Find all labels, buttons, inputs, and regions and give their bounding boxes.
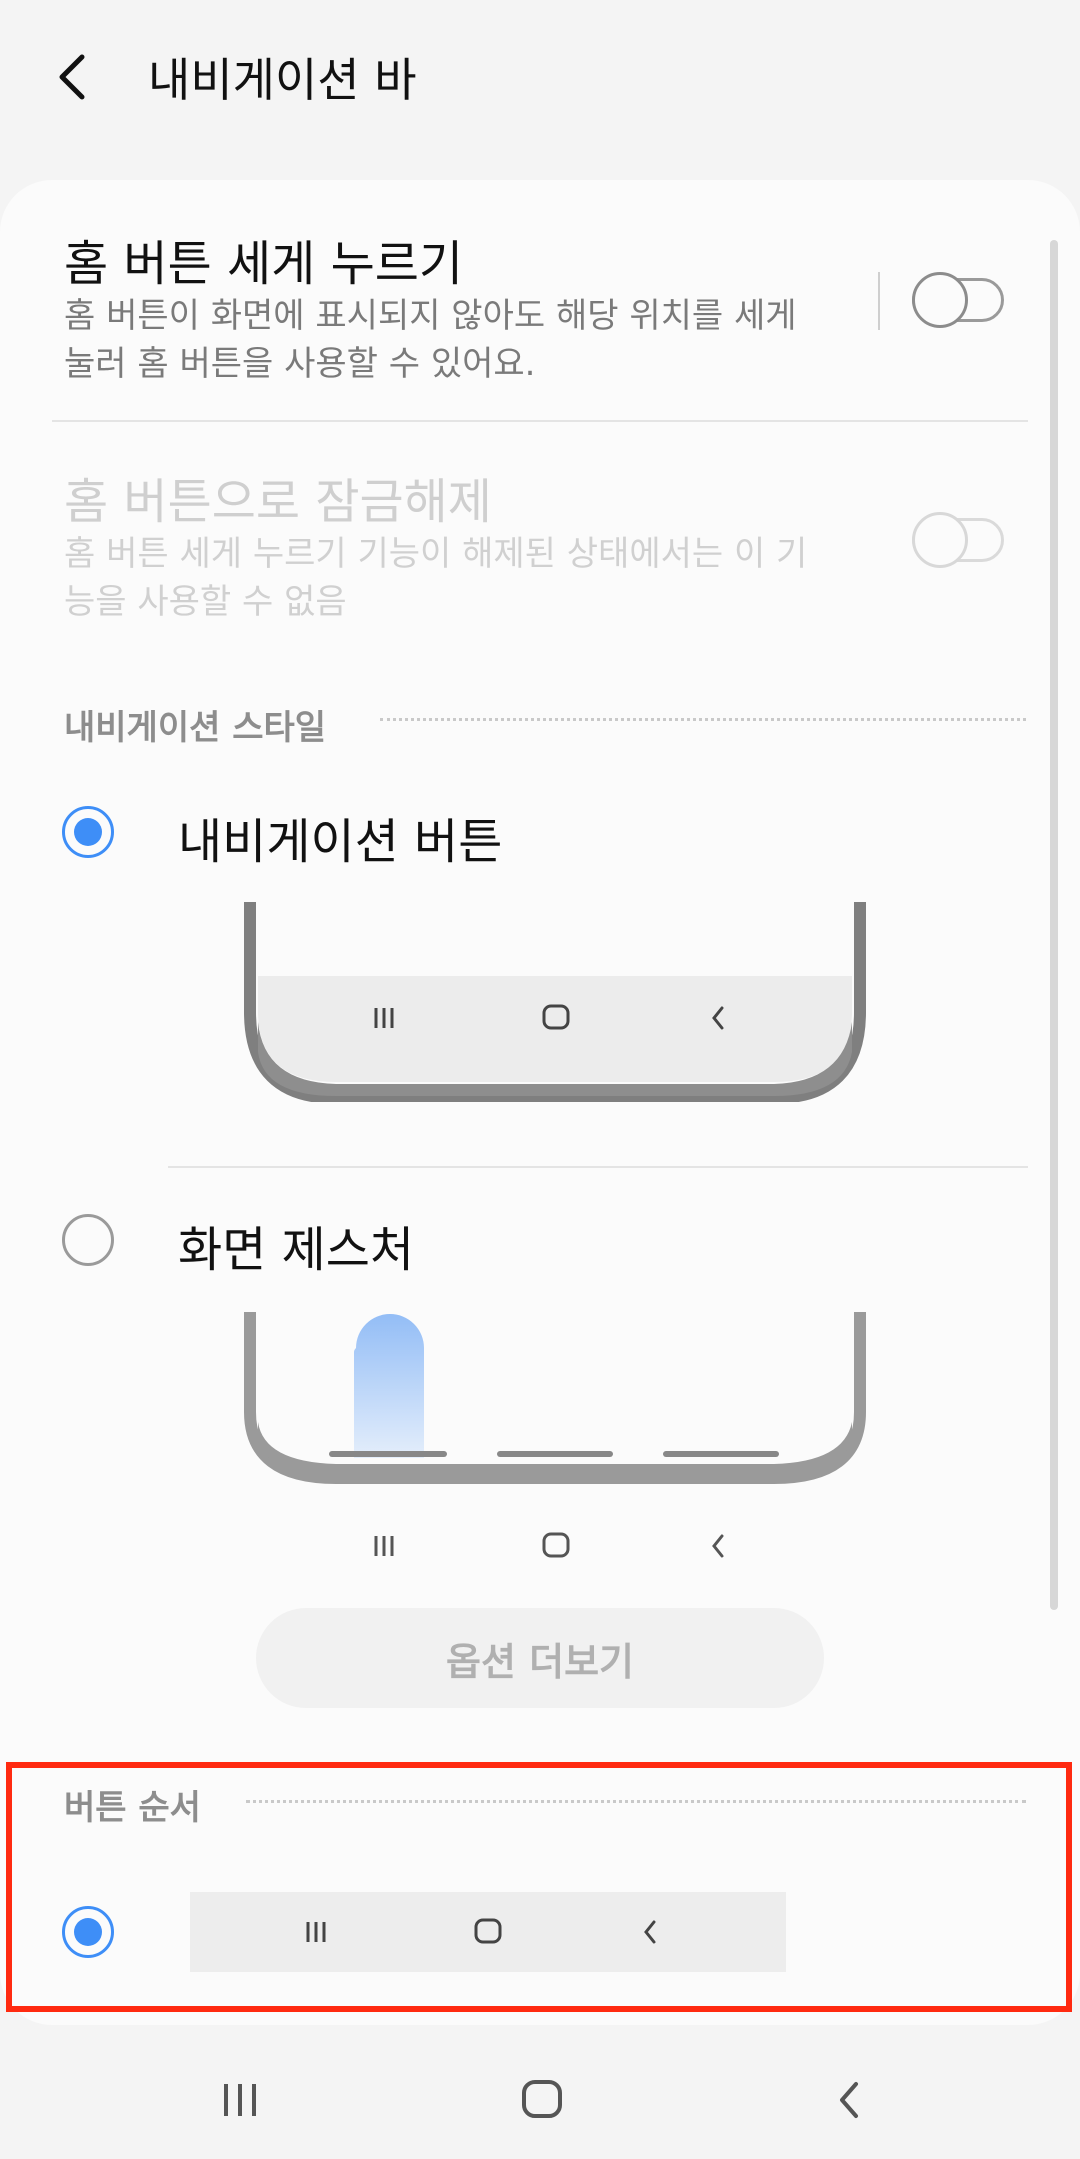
divider — [52, 420, 1028, 422]
setting-description: 홈 버튼 세게 누르기 기능이 해제된 상태에서는 이 기능을 사용할 수 없음 — [64, 534, 808, 622]
gestures-preview — [244, 1312, 866, 1558]
back-arrow-icon — [59, 54, 85, 100]
divider — [878, 272, 880, 330]
radio-unselected[interactable] — [62, 1214, 114, 1266]
scrollbar[interactable] — [1050, 240, 1058, 1610]
setting-title: 홈 버튼으로 잠금해제 — [64, 474, 492, 530]
more-options-label: 옵션 더보기 — [445, 1639, 635, 1684]
toggle-knob — [912, 512, 968, 568]
recents-icon — [374, 1536, 394, 1556]
home-press-toggle[interactable] — [912, 272, 1004, 328]
settings-card — [0, 180, 1080, 2025]
app-bar: 내비게이션 바 — [0, 0, 1080, 160]
system-navigation-bar — [0, 2040, 1080, 2159]
section-title-nav-style: 내비게이션 스타일 — [64, 708, 327, 748]
more-options-button[interactable]: 옵션 더보기 — [256, 1608, 824, 1708]
home-icon — [542, 1532, 570, 1558]
option-label: 내비게이션 버튼 — [178, 814, 503, 870]
page-title: 내비게이션 바 — [148, 53, 417, 107]
home-unlock-toggle[interactable] — [912, 512, 1004, 568]
recents-icon — [224, 2084, 256, 2116]
section-divider — [380, 718, 1026, 721]
home-icon — [522, 2080, 562, 2118]
divider — [168, 1166, 1028, 1168]
radio-selected[interactable] — [62, 806, 114, 858]
back-icon — [840, 2082, 858, 2118]
back-icon — [712, 1534, 724, 1558]
toggle-knob — [912, 272, 968, 328]
setting-title: 홈 버튼 세게 누르기 — [64, 236, 464, 292]
setting-description: 홈 버튼이 화면에 표시되지 않아도 해당 위치를 세게 눌러 홈 버튼을 사용… — [64, 296, 797, 384]
highlight-box — [6, 1762, 1072, 2012]
option-label: 화면 제스처 — [178, 1222, 415, 1278]
back-button[interactable] — [52, 42, 132, 112]
nav-buttons-preview — [244, 902, 866, 1102]
